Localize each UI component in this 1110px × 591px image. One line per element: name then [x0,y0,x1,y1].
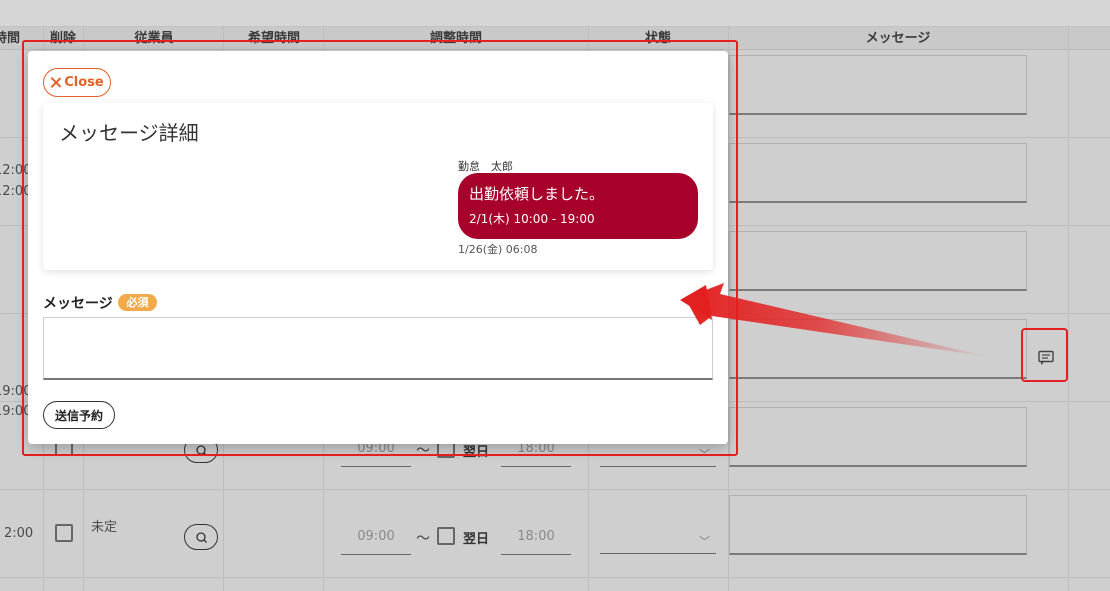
header-message: メッセージ [865,31,931,46]
message-icon[interactable] [1037,349,1055,367]
modal-highlight-frame [22,40,738,456]
chevron-down-icon: ﹀ [699,535,710,548]
next-day-label: 翌日 [463,532,490,547]
row-message-field[interactable] [729,319,1027,379]
row-message-field[interactable] [729,495,1027,555]
row-message-field[interactable] [729,407,1027,467]
start-time-input[interactable]: 09:00 [341,528,411,555]
row-message-field[interactable] [729,143,1027,203]
time-separator: 〜 [416,531,430,547]
end-time-input[interactable]: 18:00 [501,528,571,555]
search-icon [196,532,207,543]
next-day-checkbox[interactable] [437,527,455,545]
header-time: 時間 [0,31,20,46]
column-divider [1068,27,1069,591]
row-message-field[interactable] [729,231,1027,291]
delete-checkbox[interactable] [55,524,73,542]
row-message-field[interactable] [729,55,1027,115]
row-time: 2:00 [4,526,34,541]
status-select[interactable]: ﹀ [600,533,716,554]
employee-search-button[interactable] [184,524,218,550]
row-divider [0,489,1110,490]
employee-name: 未定 [91,520,118,535]
top-strip [0,0,1110,27]
row-divider [0,577,1110,578]
